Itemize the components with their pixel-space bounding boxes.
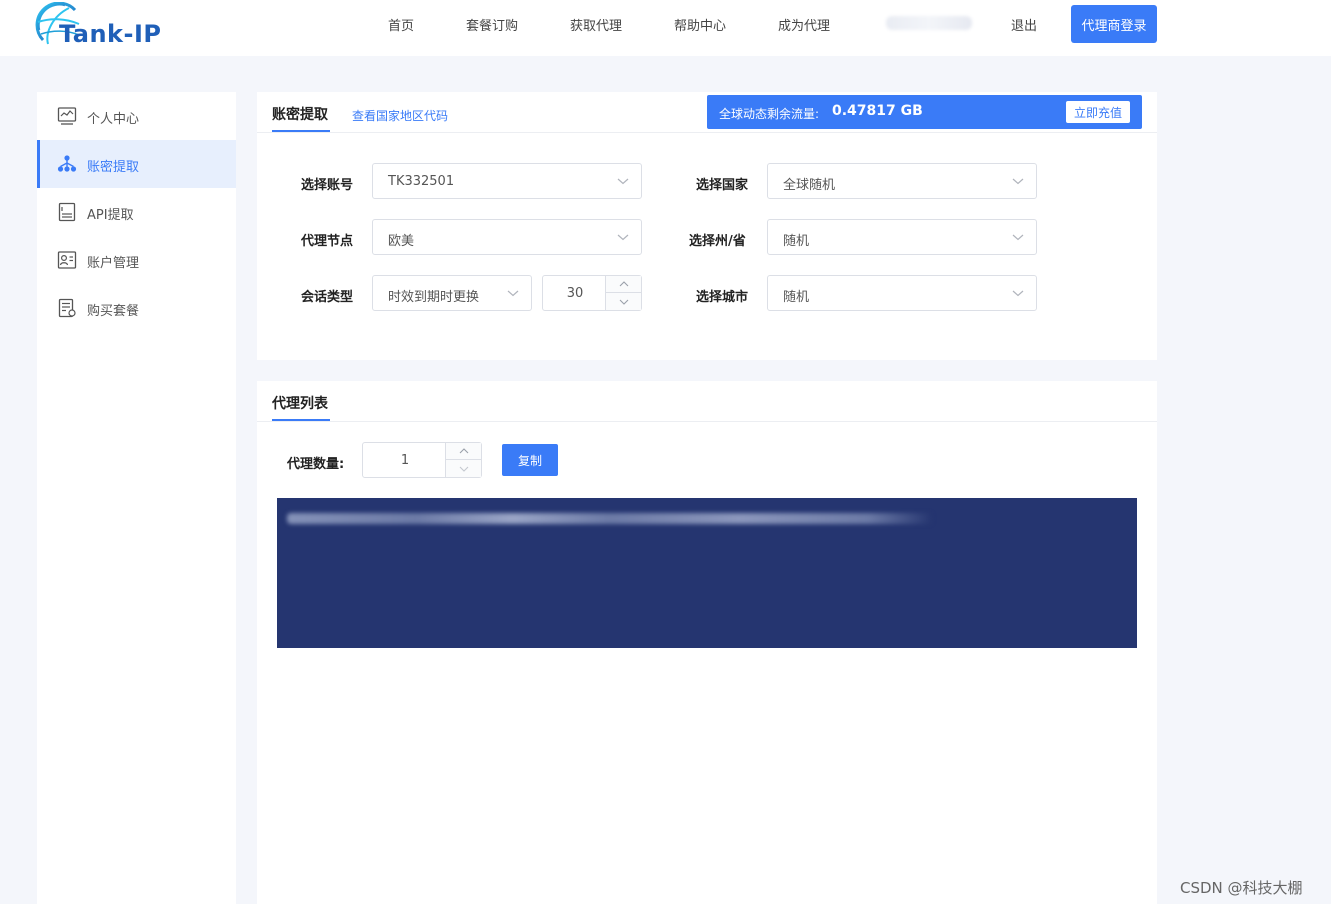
copy-button[interactable]: 复制 [502, 444, 558, 476]
nav-become-agent[interactable]: 成为代理 [778, 15, 830, 34]
list-settings-icon [58, 298, 76, 318]
country-select[interactable]: 全球随机 [767, 163, 1037, 199]
chevron-down-icon [459, 466, 468, 472]
account-value: TK332501 [388, 174, 455, 189]
sidebar-item-label: 账密提取 [87, 160, 140, 175]
traffic-label: 全球动态剩余流量: [719, 107, 820, 121]
session-type-value: 时效到期时更换 [388, 290, 480, 305]
traffic-value: 0.47817 GB [832, 103, 923, 119]
sidebar-item-label: 账户管理 [87, 256, 140, 271]
proxy-output-box[interactable] [277, 498, 1137, 648]
brand-name: Tank-IP [59, 20, 162, 48]
state-select[interactable]: 随机 [767, 219, 1037, 255]
divider [257, 132, 1157, 133]
chevron-down-icon [619, 299, 628, 305]
network-nodes-icon [57, 155, 77, 172]
tab-credential-extract[interactable]: 账密提取 [272, 104, 328, 124]
watermark: CSDN @科技大棚 [1180, 879, 1303, 897]
sidebar-item-credential-extract[interactable]: 账密提取 [37, 140, 236, 188]
state-value: 随机 [783, 234, 810, 249]
country-code-link[interactable]: 查看国家地区代码 [352, 107, 448, 124]
chevron-down-icon [1012, 290, 1024, 297]
sidebar-item-personal-center[interactable]: 个人中心 [37, 92, 236, 140]
nav-help[interactable]: 帮助中心 [674, 15, 726, 34]
proxy-list-panel: 代理列表 代理数量: 1 复制 [257, 381, 1157, 904]
stepper-controls [445, 443, 481, 477]
quantity-label: 代理数量: [287, 457, 345, 472]
session-label: 会话类型 [301, 290, 354, 305]
id-card-icon [57, 251, 77, 269]
account-label: 选择账号 [301, 178, 354, 193]
session-duration-value[interactable]: 30 [543, 286, 607, 301]
account-select[interactable]: TK332501 [372, 163, 642, 199]
increment-button[interactable] [446, 443, 481, 460]
username-redacted [886, 16, 972, 30]
sidebar-item-buy-plan[interactable]: 购买套餐 [37, 284, 236, 332]
sidebar-item-label: 购买套餐 [87, 304, 140, 319]
traffic-banner: 全球动态剩余流量: 0.47817 GB 立即充值 [707, 95, 1142, 129]
quantity-stepper[interactable]: 1 [362, 442, 482, 478]
brand-logo[interactable]: Tank-IP [35, 2, 175, 52]
sidebar-item-label: 个人中心 [87, 112, 140, 127]
extract-panel: 账密提取 查看国家地区代码 全球动态剩余流量: 0.47817 GB 立即充值 … [257, 92, 1157, 360]
sidebar-item-label: API提取 [87, 208, 134, 223]
chevron-down-icon [507, 290, 519, 297]
decrement-button[interactable] [446, 460, 481, 477]
node-select[interactable]: 欧美 [372, 219, 642, 255]
session-duration-stepper[interactable]: 30 [542, 275, 642, 311]
node-value: 欧美 [388, 234, 415, 249]
nav-plans[interactable]: 套餐订购 [466, 15, 518, 34]
chevron-down-icon [617, 234, 629, 241]
stepper-controls [605, 276, 641, 310]
state-label: 选择州/省 [689, 234, 746, 249]
chevron-down-icon [1012, 234, 1024, 241]
chevron-up-icon [619, 281, 628, 287]
chevron-down-icon [1012, 178, 1024, 185]
top-header: Tank-IP 首页 套餐订购 获取代理 帮助中心 成为代理 退出 代理商登录 [0, 0, 1331, 56]
logout-link[interactable]: 退出 [1011, 15, 1037, 34]
increment-button[interactable] [606, 276, 641, 293]
nav-home[interactable]: 首页 [388, 15, 414, 34]
session-type-select[interactable]: 时效到期时更换 [372, 275, 532, 311]
chevron-down-icon [617, 178, 629, 185]
city-value: 随机 [783, 290, 810, 305]
proxy-output-redacted [287, 513, 932, 524]
agent-login-button[interactable]: 代理商登录 [1071, 5, 1157, 43]
tab-proxy-list[interactable]: 代理列表 [272, 393, 328, 413]
sidebar-item-api-extract[interactable]: API提取 [37, 188, 236, 236]
country-value: 全球随机 [783, 178, 836, 193]
decrement-button[interactable] [606, 293, 641, 310]
sidebar-item-account-management[interactable]: 账户管理 [37, 236, 236, 284]
country-label: 选择国家 [696, 178, 749, 193]
node-label: 代理节点 [301, 234, 354, 249]
chevron-up-icon [459, 448, 468, 454]
city-select[interactable]: 随机 [767, 275, 1037, 311]
city-label: 选择城市 [696, 290, 749, 305]
nav-get-proxy[interactable]: 获取代理 [570, 15, 622, 34]
recharge-button[interactable]: 立即充值 [1066, 101, 1130, 123]
sidebar: 个人中心 账密提取 API提取 账户管理 购买套餐 [37, 92, 236, 904]
chart-monitor-icon [57, 107, 77, 125]
divider [257, 421, 1157, 422]
quantity-value[interactable]: 1 [363, 453, 447, 468]
document-icon [58, 202, 76, 222]
